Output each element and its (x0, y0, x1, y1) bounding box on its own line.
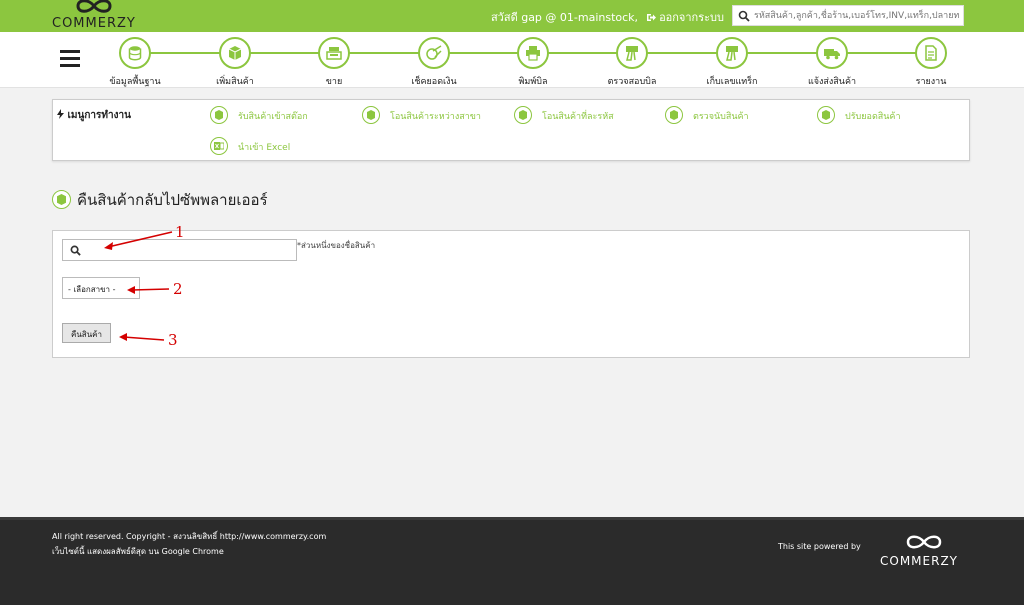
top-bar: COMMERZY สวัสดี gap @ 01-mainstock, ออกจ… (0, 0, 1024, 32)
nav-item-add-product[interactable]: เพิ่มสินค้า (185, 37, 285, 87)
return-product-button[interactable]: คืนสินค้า (62, 323, 111, 343)
search-hint: *ส่วนหนึ่งของชื่อสินค้า (297, 241, 376, 250)
nav-item-print-bill[interactable]: พิมพ์บิล (483, 37, 583, 87)
box-icon (519, 110, 527, 120)
hamburger-menu-icon[interactable] (60, 50, 80, 68)
database-icon (128, 46, 142, 61)
nav-label: แจ้งส่งสินค้า (807, 77, 857, 87)
box-icon (367, 110, 375, 120)
annotation-number-1: 1 (175, 223, 185, 241)
menu-item-label: รับสินค้าเข้าสต๊อก (238, 112, 308, 122)
work-menu-title-text: เมนูการทำงาน (67, 110, 131, 121)
nav-item-report[interactable]: รายงาน (881, 37, 981, 87)
nav-label: เก็บเลขแทร็ก (706, 77, 758, 87)
footer-copyright: All right reserved. Copyright - สงวนลิขส… (52, 532, 327, 541)
nav-item-basic-data[interactable]: ข้อมูลพื้นฐาน (85, 37, 185, 87)
truck-icon (824, 49, 840, 60)
scan-bill-icon (626, 46, 638, 61)
box-icon (215, 110, 223, 120)
page-title-text: คืนสินค้ากลับไปซัพพลายเออร์ (77, 191, 268, 209)
nav-label: เช็คยอดเงิน (411, 77, 457, 87)
nav-item-check-money[interactable]: เช็คยอดเงิน (384, 37, 484, 87)
work-menu-panel: เมนูการทำงาน รับสินค้าเข้าสต๊อก โอนสินค้… (52, 99, 970, 161)
infinity-logo-icon (76, 0, 112, 13)
menu-item-label: ตรวจนับสินค้า (693, 112, 749, 122)
box-icon (57, 194, 66, 205)
global-search[interactable] (732, 5, 964, 26)
product-search-input[interactable] (87, 242, 292, 258)
box-icon (670, 110, 678, 120)
footer-powered-by: This site powered by (778, 542, 861, 551)
main-nav: ข้อมูลพื้นฐาน เพิ่มสินค้า ขาย เช็คยอดเงิ… (0, 32, 1024, 88)
user-greeting-area: สวัสดี gap @ 01-mainstock, ออกจากระบบ (491, 8, 724, 26)
nav-item-verify-bill[interactable]: ตรวจสอบบิล (582, 37, 682, 87)
box-icon (822, 110, 830, 120)
nav-item-sell[interactable]: ขาย (284, 37, 384, 87)
branch-select[interactable]: - เลือกสาขา - (62, 277, 140, 299)
logo-text: COMMERZY (52, 16, 136, 31)
printer-icon (526, 46, 540, 61)
infinity-logo-icon (906, 535, 942, 549)
brand-logo[interactable]: COMMERZY (52, 0, 140, 32)
search-icon (738, 10, 750, 22)
search-icon (70, 245, 81, 256)
menu-item-label: นำเข้า Excel (238, 143, 291, 153)
greeting-text: สวัสดี gap @ 01-mainstock, (490, 11, 639, 24)
footer: All right reserved. Copyright - สงวนลิขส… (0, 517, 1024, 605)
menu-item-label: ปรับยอดสินค้า (845, 112, 901, 122)
nav-label: เพิ่มสินค้า (216, 77, 254, 87)
logout-label: ออกจากระบบ (659, 11, 724, 24)
product-search-field[interactable] (62, 239, 297, 261)
nav-item-collect-tracking[interactable]: เก็บเลขแทร็ก (682, 37, 782, 87)
report-icon (925, 45, 937, 61)
nav-label: ข้อมูลพื้นฐาน (109, 77, 161, 87)
nav-label: ตรวจสอบบิล (607, 77, 657, 87)
scan-track-icon (726, 46, 738, 61)
annotation-number-2: 2 (173, 280, 183, 298)
logout-icon (646, 14, 656, 21)
logout-link[interactable]: ออกจากระบบ (646, 11, 724, 24)
return-form-panel: *ส่วนหนึ่งของชื่อสินค้า - เลือกสาขา - คื… (52, 230, 970, 358)
nav-label: ขาย (325, 77, 343, 87)
box-icon (228, 46, 242, 60)
nav-label: รายงาน (915, 77, 947, 87)
menu-item-label: โอนสินค้าที่ละรหัส (542, 112, 614, 122)
check-money-icon (426, 45, 442, 60)
lightning-icon (57, 109, 64, 119)
menu-item-label: โอนสินค้าระหว่างสาขา (390, 112, 481, 122)
excel-icon (214, 142, 224, 150)
footer-logo-text: COMMERZY (880, 554, 959, 568)
cash-register-icon (326, 47, 342, 60)
footer-browser-note: เว็บไซต์นี้ แสดงผลสัพธ์ดีสุด บน Google C… (52, 547, 224, 556)
footer-logo: COMMERZY (880, 532, 970, 572)
work-menu-title: เมนูการทำงาน (57, 108, 131, 123)
nav-item-notify-shipping[interactable]: แจ้งส่งสินค้า (782, 37, 882, 87)
global-search-input[interactable] (754, 8, 960, 24)
nav-label: พิมพ์บิล (518, 77, 548, 87)
annotation-number-3: 3 (168, 331, 178, 349)
